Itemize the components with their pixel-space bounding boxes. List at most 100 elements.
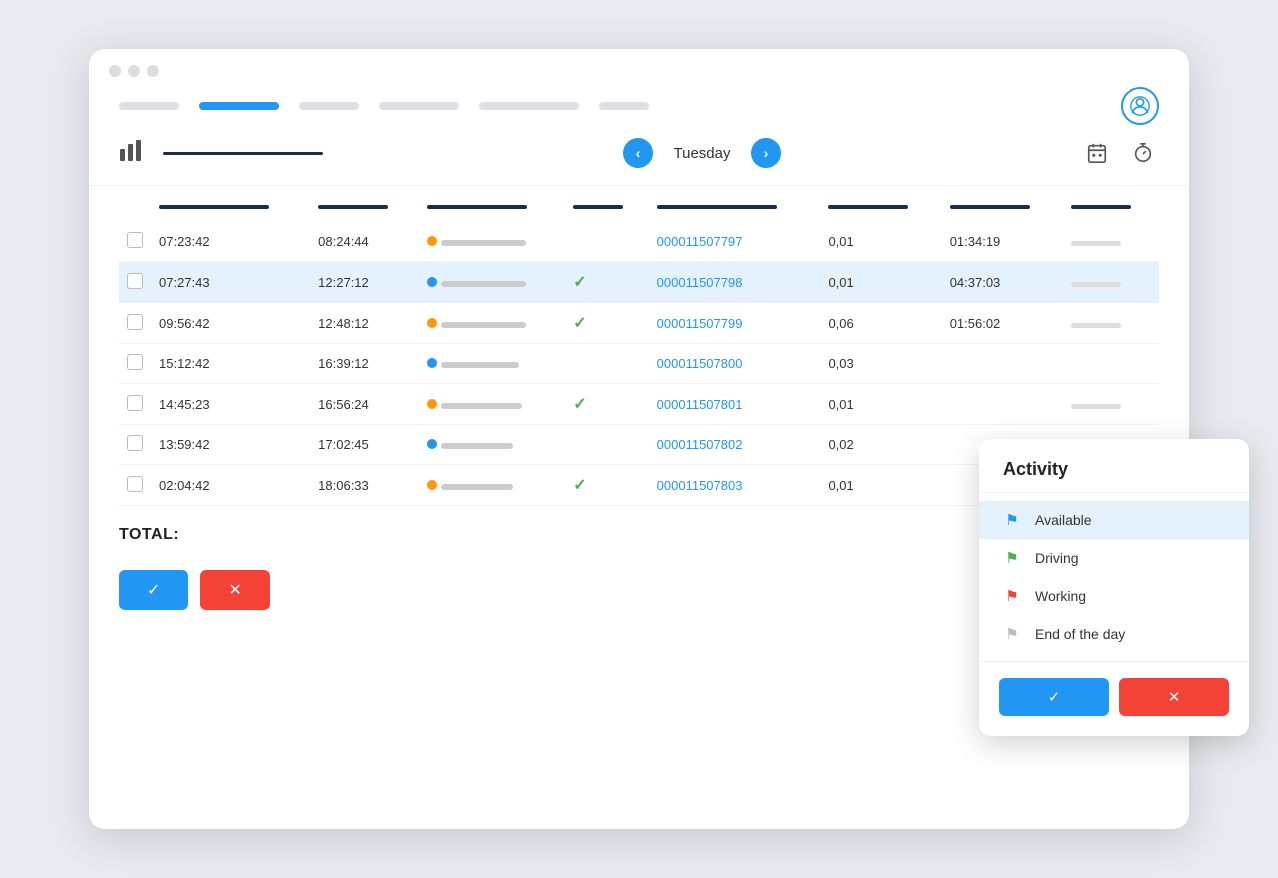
row-checkbox[interactable] <box>127 435 143 451</box>
popup-item-driving[interactable]: ⚑ Driving <box>979 539 1249 577</box>
row-checkbox-cell <box>119 303 151 344</box>
next-day-button[interactable]: › <box>751 138 781 168</box>
flag-available-icon: ⚑ <box>1003 511 1021 529</box>
col-end <box>310 186 419 222</box>
flag-driving-icon: ⚑ <box>1003 549 1021 567</box>
window-chrome <box>89 49 1189 87</box>
day-nav: ‹ Tuesday › <box>623 138 781 168</box>
popup-confirm-button[interactable]: ✓ <box>999 678 1109 716</box>
row-end-time: 12:27:12 <box>310 262 419 303</box>
popup-item-available[interactable]: ⚑ Available <box>979 501 1249 539</box>
activity-dot-icon <box>427 277 437 287</box>
row-checkbox-cell <box>119 262 151 303</box>
row-link[interactable]: 000011507801 <box>657 397 743 412</box>
table-header-row <box>119 186 1159 222</box>
row-checkbox[interactable] <box>127 476 143 492</box>
row-extra-cell <box>1063 344 1159 384</box>
table-row: 07:27:4312:27:12✓0000115077980,0104:37:0… <box>119 262 1159 303</box>
row-activity-cell <box>419 384 566 425</box>
nav-tab-5[interactable] <box>479 102 579 110</box>
cancel-icon: ✕ <box>228 580 241 600</box>
table-row: 15:12:4216:39:120000115078000,03 <box>119 344 1159 384</box>
window-dot-2 <box>128 65 140 77</box>
row-value: 0,03 <box>820 344 941 384</box>
prev-day-button[interactable]: ‹ <box>623 138 653 168</box>
row-link[interactable]: 000011507802 <box>657 437 743 452</box>
row-checkmark-icon: ✓ <box>573 396 586 413</box>
activity-dot-icon <box>427 399 437 409</box>
row-activity-cell <box>419 303 566 344</box>
row-check-cell: ✓ <box>565 465 648 506</box>
activity-bar <box>441 281 527 287</box>
popup-confirm-icon: ✓ <box>1048 688 1061 706</box>
row-start-time: 14:45:23 <box>151 384 310 425</box>
row-extra-bar <box>1071 241 1121 246</box>
row-activity-cell <box>419 425 566 465</box>
row-link[interactable]: 000011507798 <box>657 275 743 290</box>
table-row: 09:56:4212:48:12✓0000115077990,0601:56:0… <box>119 303 1159 344</box>
row-checkbox[interactable] <box>127 273 143 289</box>
window-dot-3 <box>147 65 159 77</box>
row-start-time: 13:59:42 <box>151 425 310 465</box>
toolbar-icons <box>1081 137 1159 169</box>
row-checkbox[interactable] <box>127 395 143 411</box>
row-duration <box>942 344 1063 384</box>
activity-bar <box>441 403 523 409</box>
row-end-time: 12:48:12 <box>310 303 419 344</box>
user-avatar[interactable] <box>1121 87 1159 125</box>
popup-cancel-button[interactable]: ✕ <box>1119 678 1229 716</box>
confirm-button[interactable]: ✓ <box>119 570 188 610</box>
popup-item-working[interactable]: ⚑ Working <box>979 577 1249 615</box>
nav-tab-1[interactable] <box>119 102 179 110</box>
row-end-time: 08:24:44 <box>310 222 419 262</box>
timer-button[interactable] <box>1127 137 1159 169</box>
nav-bar <box>89 87 1189 137</box>
row-link-cell: 000011507798 <box>649 262 821 303</box>
nav-tab-6[interactable] <box>599 102 649 110</box>
row-extra-bar <box>1071 323 1121 328</box>
row-checkbox-cell <box>119 344 151 384</box>
row-duration <box>942 384 1063 425</box>
col-value <box>820 186 941 222</box>
row-checkbox[interactable] <box>127 314 143 330</box>
popup-item-endofday[interactable]: ⚑ End of the day <box>979 615 1249 653</box>
row-end-time: 18:06:33 <box>310 465 419 506</box>
row-checkbox[interactable] <box>127 232 143 248</box>
row-link[interactable]: 000011507800 <box>657 356 743 371</box>
activity-dot-icon <box>427 439 437 449</box>
row-start-time: 07:23:42 <box>151 222 310 262</box>
calendar-button[interactable] <box>1081 137 1113 169</box>
row-extra-cell <box>1063 222 1159 262</box>
activity-popup: Activity ⚑ Available ⚑ Driving ⚑ Working… <box>979 439 1249 736</box>
row-extra-cell <box>1063 303 1159 344</box>
activity-bar <box>441 322 526 328</box>
nav-tab-4[interactable] <box>379 102 459 110</box>
col-duration <box>942 186 1063 222</box>
row-value: 0,02 <box>820 425 941 465</box>
activity-dot-icon <box>427 318 437 328</box>
row-activity-cell <box>419 344 566 384</box>
activity-dot-icon <box>427 358 437 368</box>
row-checkbox[interactable] <box>127 354 143 370</box>
activity-dot-icon <box>427 480 437 490</box>
nav-tab-3[interactable] <box>299 102 359 110</box>
nav-tab-2[interactable] <box>199 102 279 110</box>
col-checkbox <box>119 186 151 222</box>
col-extra <box>1063 186 1159 222</box>
popup-title: Activity <box>979 439 1249 493</box>
row-start-time: 15:12:42 <box>151 344 310 384</box>
activity-bar <box>441 443 513 449</box>
row-link[interactable]: 000011507797 <box>657 234 743 249</box>
table-row: 14:45:2316:56:24✓0000115078010,01 <box>119 384 1159 425</box>
row-link-cell: 000011507801 <box>649 384 821 425</box>
row-link-cell: 000011507803 <box>649 465 821 506</box>
row-link[interactable]: 000011507799 <box>657 316 743 331</box>
total-label: TOTAL: <box>119 526 179 543</box>
row-extra-bar <box>1071 404 1121 409</box>
row-checkmark-icon: ✓ <box>573 315 586 332</box>
cancel-button[interactable]: ✕ <box>200 570 269 610</box>
row-link[interactable]: 000011507803 <box>657 478 743 493</box>
row-check-cell: ✓ <box>565 303 648 344</box>
flag-working-icon: ⚑ <box>1003 587 1021 605</box>
row-activity-cell <box>419 262 566 303</box>
